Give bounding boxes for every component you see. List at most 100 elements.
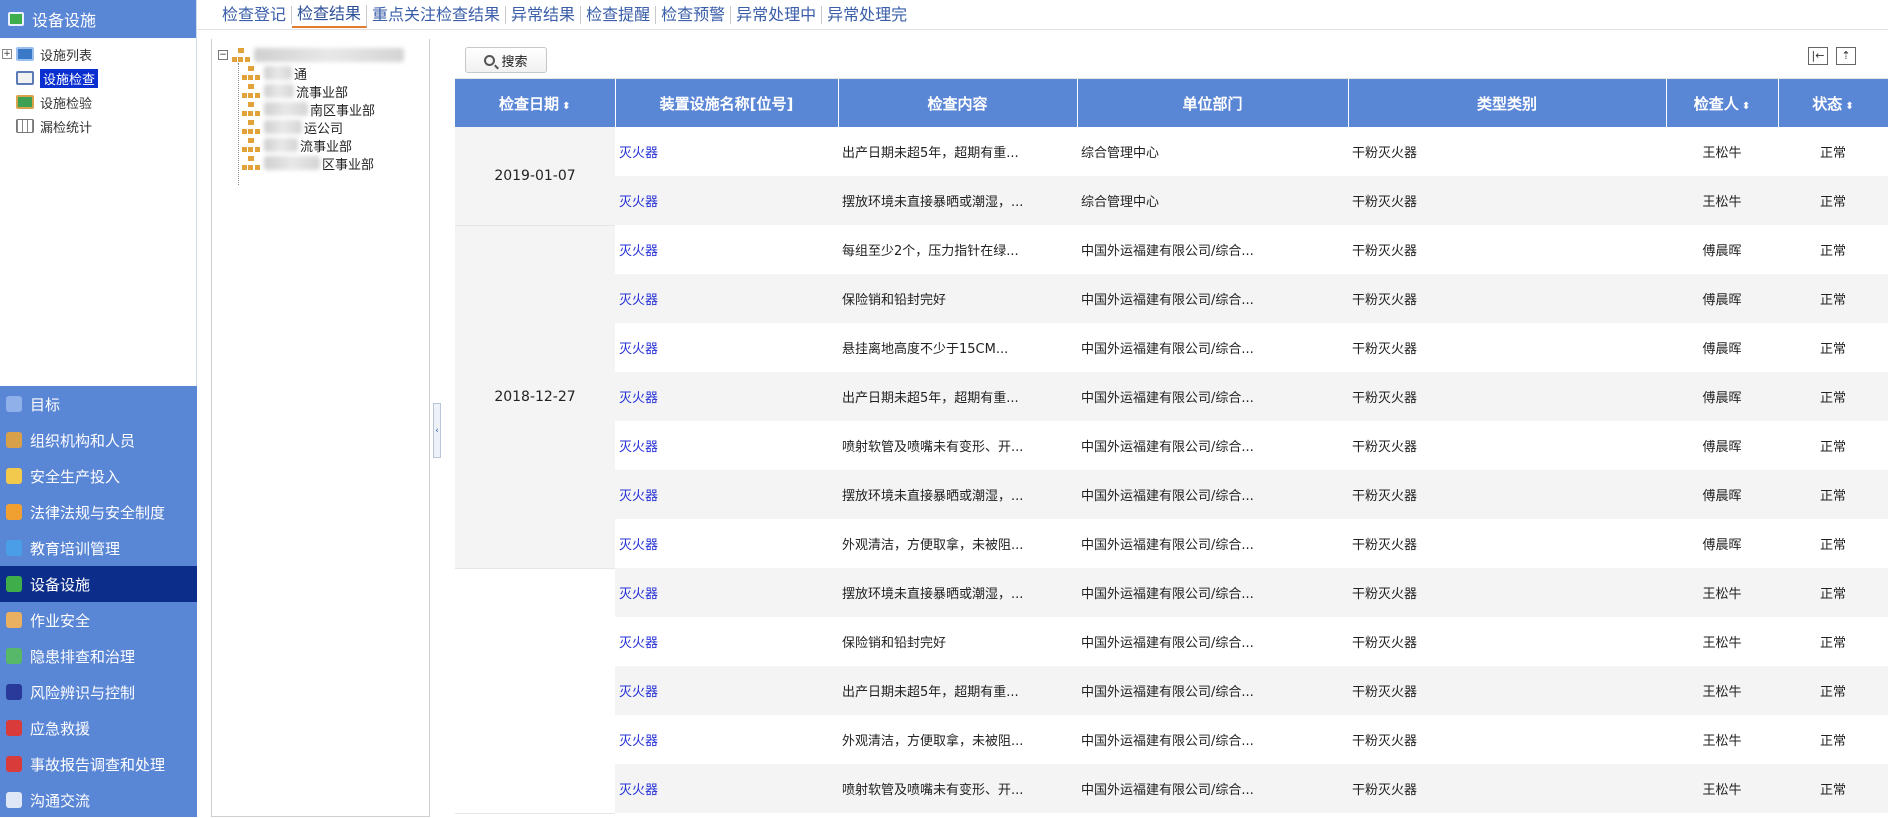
sort-icon[interactable]: ⬍ (1742, 101, 1750, 112)
collapse-icon[interactable]: − (218, 50, 228, 60)
sidebar-menu-label: 事故报告调查和处理 (30, 755, 166, 774)
sort-icon[interactable]: ⬍ (1845, 101, 1853, 112)
sidebar-menu-item[interactable]: 设备设施 (0, 566, 197, 602)
tab[interactable]: 检查结果 (292, 5, 368, 28)
table-row[interactable]: 灭火器 保险销和铅封完好 中国外运福建有限公司/综合... 干粉灭火器 傅晨晖 正常 (455, 274, 1888, 323)
facility-name-link[interactable]: 灭火器 (615, 764, 838, 813)
tab[interactable]: 检查登记 (217, 5, 293, 24)
org-tree-node[interactable]: 流事业部 (242, 135, 352, 155)
table-row[interactable]: 灭火器 保险销和铅封完好 中国外运福建有限公司/综合... 干粉灭火器 王松牛 正常 (455, 617, 1888, 666)
sidebar-menu-item[interactable]: 教育培训管理 (0, 530, 197, 566)
sidebar-tree: + 设施列表 设施检查 设施检验 漏检统计 (0, 38, 196, 138)
type-cell: 干粉灭火器 (1352, 538, 1418, 553)
expand-icon[interactable]: + (2, 49, 12, 59)
sidebar-menu-item[interactable]: 安全生产投入 (0, 458, 197, 494)
facility-name-link[interactable]: 灭火器 (615, 617, 838, 666)
org-tree-node[interactable]: 通 (242, 63, 307, 83)
column-header-label: 检查日期 (499, 94, 560, 113)
sidebar-menu-label: 沟通交流 (30, 791, 91, 810)
org-icon (242, 156, 260, 170)
equipment-icon (8, 12, 24, 26)
inspector-cell: 傅晨晖 (1666, 372, 1778, 421)
facility-name-link[interactable]: 灭火器 (615, 274, 838, 323)
sidebar-title: 设备设施 (32, 11, 97, 30)
table-row[interactable]: 灭火器 喷射软管及喷嘴未有变形、开... 中国外运福建有限公司/综合... 干粉灭火器… (455, 764, 1888, 813)
column-header[interactable]: 检查人 ⬍ (1666, 79, 1779, 127)
facility-name-link[interactable]: 灭火器 (615, 666, 838, 715)
sidebar-menu-item[interactable]: 隐患排查和治理 (0, 638, 197, 674)
sidebar-menu-item[interactable]: 组织机构和人员 (0, 422, 197, 458)
facility-name-link[interactable]: 灭火器 (615, 127, 838, 176)
sort-icon[interactable]: ⬍ (562, 101, 570, 112)
facility-name-link[interactable]: 灭火器 (615, 421, 838, 470)
status-cell: 正常 (1778, 764, 1888, 813)
panel-collapse-handle[interactable]: ‹ (433, 403, 441, 458)
training-icon (6, 540, 22, 556)
table-row[interactable]: 2018-12-27 灭火器 每组至少2个，压力指针在绿... 中国外运福建有限公司/… (455, 225, 1888, 569)
column-header[interactable]: 检查日期 ⬍ (455, 79, 616, 127)
tab[interactable]: 异常结果 (506, 5, 582, 24)
facility-name-link[interactable]: 灭火器 (615, 568, 838, 617)
facility-name-link[interactable]: 灭火器 (615, 519, 838, 568)
facility-name-link[interactable]: 灭火器 (615, 372, 838, 421)
org-tree-root[interactable]: − (218, 45, 406, 65)
table-row[interactable]: 灭火器 摆放环境未直接暴晒或潮湿，... 中国外运福建有限公司/综合... 干粉灭火器… (455, 568, 1888, 814)
sidebar-menu-item[interactable]: 目标 (0, 386, 197, 422)
tab[interactable]: 异常处理中 (731, 5, 823, 24)
sidebar-menu-item[interactable]: 沟通交流 (0, 782, 197, 818)
column-header-label: 检查内容 (927, 94, 988, 113)
redacted-text (264, 84, 294, 98)
table-row[interactable]: 灭火器 出产日期未超5年，超期有重... 中国外运福建有限公司/综合... 干粉灭火器… (455, 666, 1888, 715)
facility-name-link[interactable]: 灭火器 (615, 176, 838, 225)
check-content-cell: 喷射软管及喷嘴未有变形、开... (838, 764, 1077, 813)
column-header: 装置设施名称[位号] (615, 79, 839, 127)
org-tree-node[interactable]: 南区事业部 (242, 99, 375, 119)
table-row[interactable]: 灭火器 摆放环境未直接暴晒或潮湿，... 综合管理中心 干粉灭火器 王松牛 正常 (455, 176, 1888, 225)
equipment-icon (6, 576, 22, 592)
people-icon (6, 432, 22, 448)
table-header-row: 检查日期 ⬍ 装置设施名称[位号] 检查内容 单位部门 类型类别 检查人 ⬍ 状态 ⬍ (455, 79, 1888, 127)
table-row[interactable]: 灭火器 外观清洁，方便取拿，未被阻... 中国外运福建有限公司/综合... 干粉灭火器… (455, 519, 1888, 568)
table-row[interactable]: 灭火器 出产日期未超5年，超期有重... 中国外运福建有限公司/综合... 干粉灭火器… (455, 372, 1888, 421)
tab[interactable]: 重点关注检查结果 (367, 5, 507, 24)
org-tree-node[interactable]: 区事业部 (242, 153, 374, 173)
org-tree-node[interactable]: 流事业部 (242, 81, 348, 101)
check-content-cell: 每组至少2个，压力指针在绿... (842, 244, 1019, 259)
sidebar-tree-item-facility-check[interactable]: 设施检查 (0, 66, 196, 90)
department-cell: 中国外运福建有限公司/综合... (1081, 636, 1254, 651)
facility-name-link[interactable]: 灭火器 (615, 323, 838, 372)
org-tree-label: 运公司 (304, 121, 344, 137)
sidebar-tree-item-facility-list[interactable]: + 设施列表 (0, 42, 196, 66)
collapse-left-icon[interactable]: |← (1808, 47, 1828, 65)
sidebar-menu-item[interactable]: 应急救援 (0, 710, 197, 746)
table-row[interactable]: 2019-01-07 灭火器 出产日期未超5年，超期有重... 综合管理中心 干粉灭火器… (455, 127, 1888, 226)
search-button[interactable]: 搜索 (465, 47, 547, 73)
table-row[interactable]: 灭火器 悬挂离地高度不少于15CM... 中国外运福建有限公司/综合... 干粉灭火器… (455, 323, 1888, 372)
facility-name-link[interactable]: 灭火器 (615, 715, 838, 764)
check-content-cell: 摆放环境未直接暴晒或潮湿，... (838, 176, 1077, 225)
sidebar-menu-item[interactable]: 作业安全 (0, 602, 197, 638)
table-row[interactable]: 灭火器 喷射软管及喷嘴未有变形、开... 中国外运福建有限公司/综合... 干粉灭火器… (455, 421, 1888, 470)
sidebar-menu-item[interactable]: 风险辨识与控制 (0, 674, 197, 710)
facility-name-link[interactable]: 灭火器 (615, 225, 838, 274)
table-row[interactable]: 灭火器 外观清洁，方便取拿，未被阻... 中国外运福建有限公司/综合... 干粉灭火器… (455, 715, 1888, 764)
department-cell: 中国外运福建有限公司/综合... (1077, 568, 1348, 617)
inspector-cell: 王松牛 (1666, 176, 1778, 225)
check-content-cell: 摆放环境未直接暴晒或潮湿，... (838, 568, 1077, 617)
table-row[interactable]: 灭火器 摆放环境未直接暴晒或潮湿，... 中国外运福建有限公司/综合... 干粉灭火器… (455, 470, 1888, 519)
column-header-label: 检查人 (1693, 94, 1739, 113)
tab[interactable]: 异常处理完 (822, 5, 912, 24)
sidebar-tree-item-missed-stats[interactable]: 漏检统计 (0, 114, 196, 138)
org-tree-node[interactable]: 运公司 (242, 117, 343, 137)
inspector-cell: 王松牛 (1702, 146, 1742, 161)
tab[interactable]: 检查提醒 (581, 5, 657, 24)
column-header[interactable]: 状态 ⬍ (1778, 79, 1888, 127)
status-cell: 正常 (1778, 666, 1888, 715)
export-up-icon[interactable]: ⇡ (1836, 47, 1856, 65)
sidebar-menu-item[interactable]: 事故报告调查和处理 (0, 746, 197, 782)
facility-name-link[interactable]: 灭火器 (615, 470, 838, 519)
tab[interactable]: 检查预警 (656, 5, 732, 24)
sidebar-menu-item[interactable]: 法律法规与安全制度 (0, 494, 197, 530)
inspector-cell: 王松牛 (1666, 568, 1778, 617)
sidebar-tree-item-facility-inspection[interactable]: 设施检验 (0, 90, 196, 114)
